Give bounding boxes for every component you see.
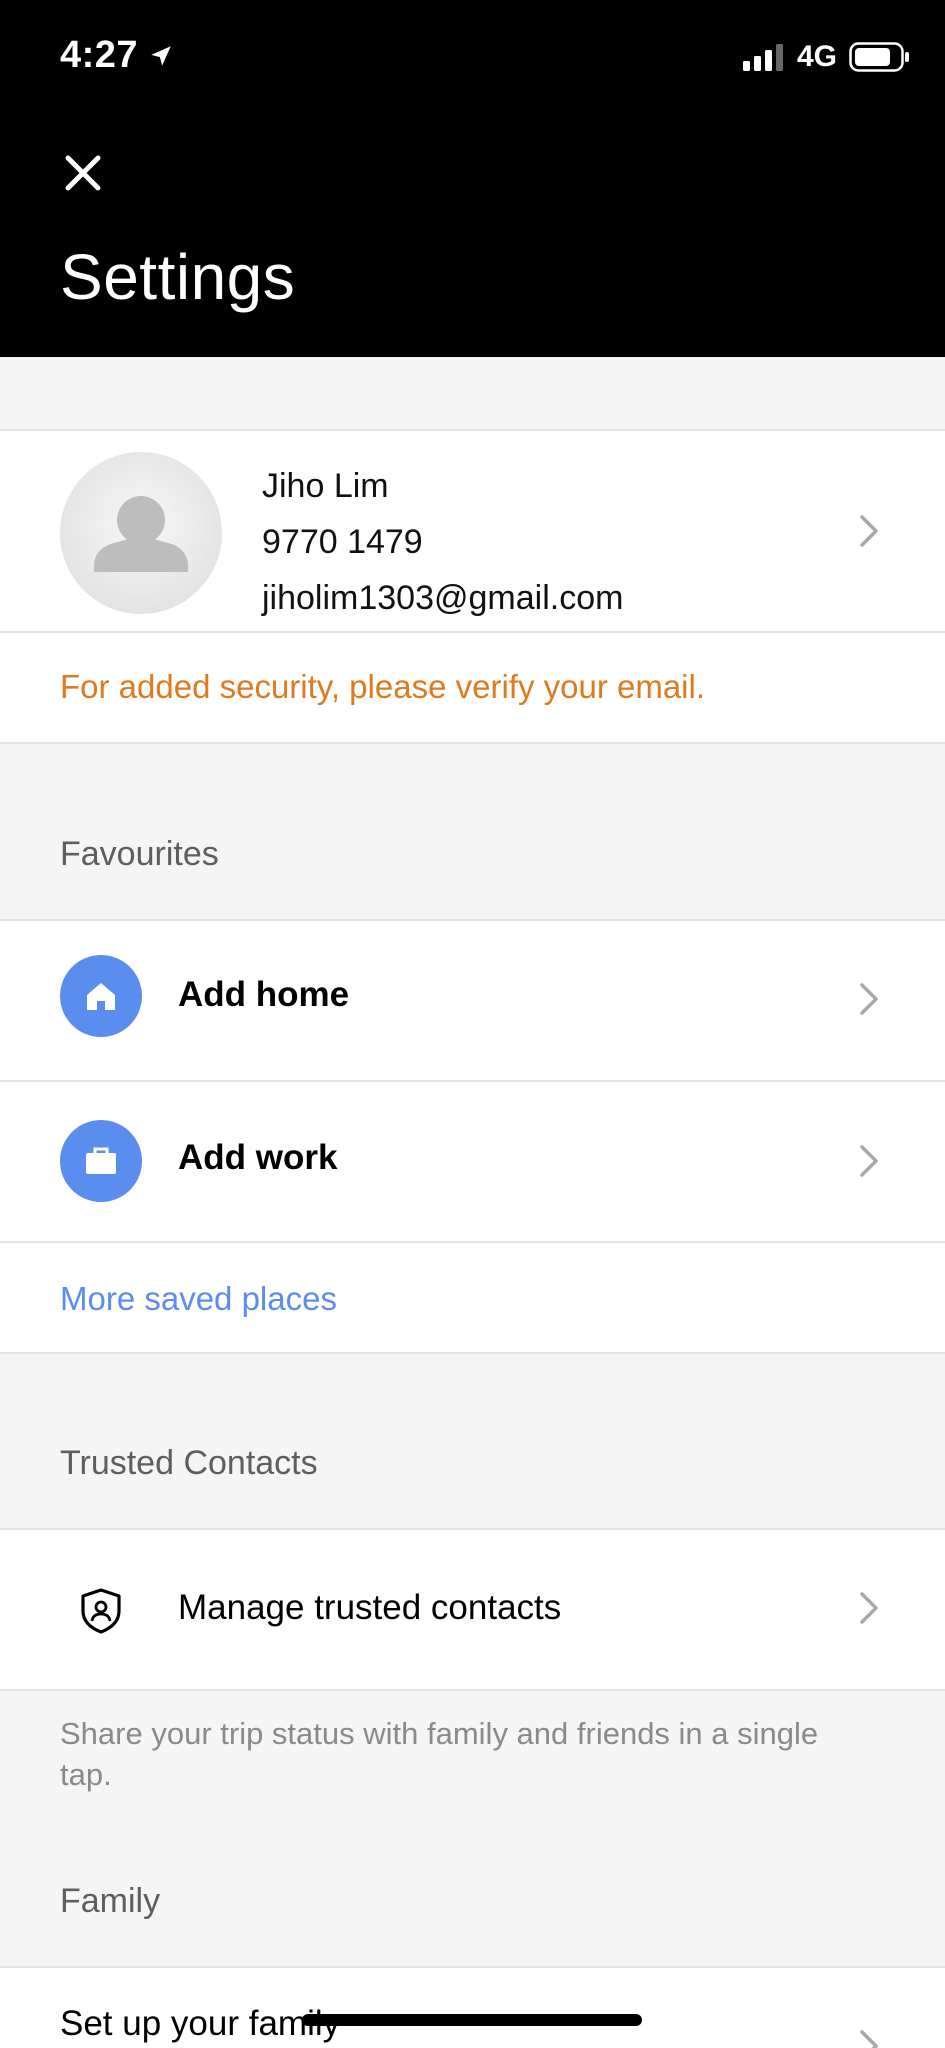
more-saved-places-link[interactable]: More saved places — [60, 1280, 337, 1318]
divider — [0, 742, 945, 744]
profile-info: Jiho Lim 9770 1479 jiholim1303@gmail.com — [262, 458, 623, 626]
home-icon — [60, 955, 142, 1037]
header: 4:27 4G Settings — [0, 0, 945, 357]
time-text: 4:27 — [60, 34, 139, 76]
add-work-label: Add work — [178, 1138, 338, 1177]
battery-icon — [849, 42, 909, 72]
chevron-right-icon — [860, 1145, 878, 1177]
person-placeholder-icon — [94, 496, 188, 572]
add-home-label: Add home — [178, 975, 350, 1014]
avatar — [60, 452, 222, 614]
verify-email-notice[interactable]: For added security, please verify your e… — [60, 668, 705, 706]
divider — [0, 1352, 945, 1354]
home-indicator[interactable] — [302, 2014, 642, 2026]
network-label: 4G — [796, 40, 837, 73]
signal-icon — [742, 44, 783, 71]
chevron-right-icon — [860, 515, 878, 547]
section-label-trusted-contacts: Trusted Contacts — [60, 1444, 318, 1482]
trusted-contacts-description: Share your trip status with family and f… — [60, 1716, 819, 1792]
section-label-family: Family — [60, 1882, 161, 1920]
status-bar-right: 4G — [742, 40, 911, 74]
briefcase-icon — [60, 1120, 142, 1202]
shield-person-icon — [81, 1588, 121, 1634]
chevron-right-icon — [860, 1592, 878, 1624]
chevron-right-icon — [860, 983, 878, 1015]
profile-phone: 9770 1479 — [262, 523, 423, 561]
manage-trusted-contacts-label: Manage trusted contacts — [178, 1588, 562, 1627]
status-bar-time: 4:27 — [60, 34, 174, 77]
location-arrow-icon — [151, 45, 171, 66]
chevron-right-icon — [860, 2030, 878, 2048]
page-title: Settings — [60, 241, 296, 313]
close-icon[interactable] — [60, 150, 106, 196]
set-up-family-label: Set up your family — [60, 2004, 341, 2043]
section-label-favourites: Favourites — [60, 835, 219, 873]
profile-name: Jiho Lim — [262, 467, 389, 505]
divider — [0, 1689, 945, 1691]
profile-email: jiholim1303@gmail.com — [262, 579, 624, 617]
divider — [0, 429, 945, 431]
